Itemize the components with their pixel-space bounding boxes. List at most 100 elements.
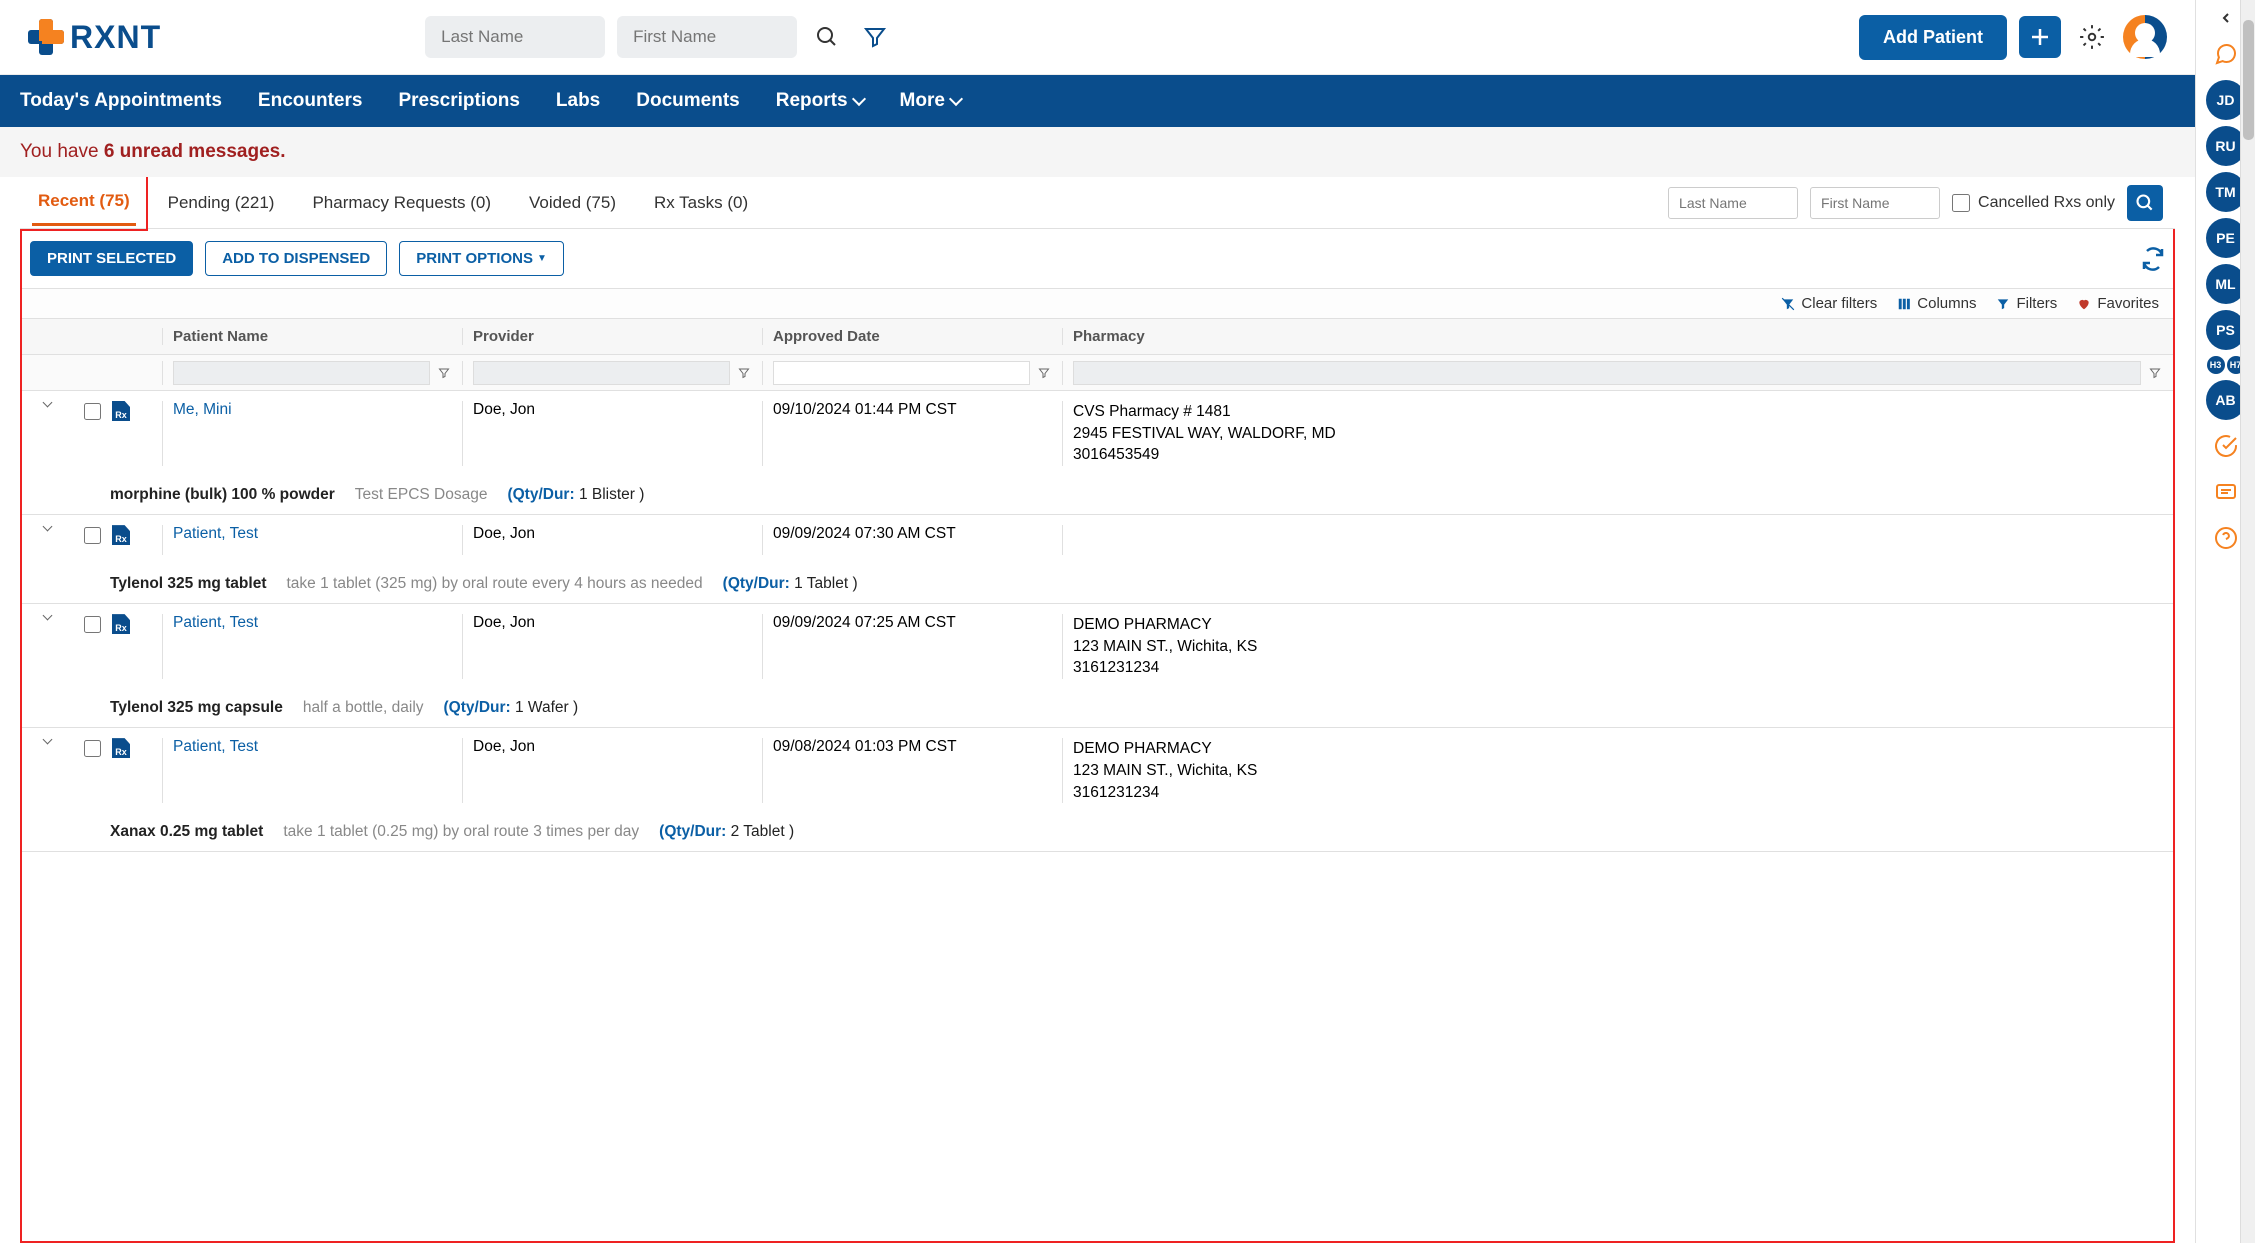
nav-labs[interactable]: Labs xyxy=(556,90,600,112)
patient-link[interactable]: Patient, Test xyxy=(173,614,258,631)
pharmacy-info xyxy=(1062,525,2173,555)
pharmacy-info: DEMO PHARMACY123 MAIN ST., Wichita, KS31… xyxy=(1062,738,2173,803)
med-qty: (Qty/Dur: 1 Wafer ) xyxy=(444,699,579,717)
med-name: Tylenol 325 mg tablet xyxy=(110,575,266,593)
table-row: RxPatient, TestDoe, Jon09/09/2024 07:30 … xyxy=(22,515,2173,565)
user-avatar[interactable] xyxy=(2123,15,2167,59)
print-options-button[interactable]: PRINT OPTIONS▼ xyxy=(399,241,564,276)
filter-pharmacy-input[interactable] xyxy=(1073,361,2141,385)
med-name: Tylenol 325 mg capsule xyxy=(110,699,283,717)
add-to-dispensed-button[interactable]: ADD TO DISPENSED xyxy=(205,241,387,276)
expand-icon[interactable] xyxy=(42,735,52,745)
medication-row: morphine (bulk) 100 % powder Test EPCS Do… xyxy=(22,476,2173,515)
provider-name: Doe, Jon xyxy=(462,401,762,466)
nav-documents[interactable]: Documents xyxy=(636,90,739,112)
filters-button[interactable]: Filters xyxy=(1996,295,2057,312)
medication-row: Tylenol 325 mg tablet take 1 tablet (325 … xyxy=(22,565,2173,604)
rx-icon: Rx xyxy=(112,738,130,758)
med-name: morphine (bulk) 100 % powder xyxy=(110,486,335,504)
table-row: RxMe, MiniDoe, Jon09/10/2024 01:44 PM CS… xyxy=(22,391,2173,476)
nav-reports[interactable]: Reports xyxy=(776,90,864,112)
chevron-down-icon xyxy=(851,92,865,106)
patient-link[interactable]: Patient, Test xyxy=(173,738,258,755)
med-sig: half a bottle, daily xyxy=(303,699,424,717)
clear-filters-button[interactable]: Clear filters xyxy=(1781,295,1877,312)
med-sig: take 1 tablet (325 mg) by oral route eve… xyxy=(286,575,702,593)
header-patient[interactable]: Patient Name xyxy=(162,328,462,345)
filter-funnel-icon[interactable] xyxy=(2145,367,2165,379)
nav-appointments[interactable]: Today's Appointments xyxy=(20,90,222,112)
row-checkbox[interactable] xyxy=(84,740,101,757)
logo[interactable]: RXNT xyxy=(28,19,161,56)
tab-last-name-input[interactable] xyxy=(1668,187,1798,219)
med-qty: (Qty/Dur: 2 Tablet ) xyxy=(659,823,794,841)
nav-prescriptions[interactable]: Prescriptions xyxy=(398,90,519,112)
rail-small-badge[interactable]: H3 xyxy=(2207,356,2225,374)
tab-recent[interactable]: Recent (75) xyxy=(32,179,136,226)
filter-funnel-icon[interactable] xyxy=(734,367,754,379)
tab-voided[interactable]: Voided (75) xyxy=(523,181,622,225)
filter-provider-input[interactable] xyxy=(473,361,730,385)
rx-tabs: Recent (75) Pending (221) Pharmacy Reque… xyxy=(20,177,2175,229)
columns-button[interactable]: Columns xyxy=(1897,295,1976,312)
header-last-name-input[interactable] xyxy=(425,16,605,58)
header-approved-date[interactable]: Approved Date xyxy=(762,328,1062,345)
expand-icon[interactable] xyxy=(42,522,52,532)
medication-row: Xanax 0.25 mg tablettake 1 tablet (0.25 … xyxy=(22,813,2173,852)
tab-rx-tasks[interactable]: Rx Tasks (0) xyxy=(648,181,754,225)
provider-name: Doe, Jon xyxy=(462,738,762,803)
table-row: Rx Patient, Test Doe, Jon09/09/2024 07:25 … xyxy=(22,604,2173,689)
med-sig: Test EPCS Dosage xyxy=(355,486,488,504)
header-search-icon[interactable] xyxy=(809,19,845,55)
header-first-name-input[interactable] xyxy=(617,16,797,58)
provider-name: Doe, Jon xyxy=(462,525,762,555)
unread-messages-banner[interactable]: You have 6 unread messages. xyxy=(0,127,2195,177)
filter-funnel-icon[interactable] xyxy=(1034,367,1054,379)
pharmacy-info: DEMO PHARMACY123 MAIN ST., Wichita, KS31… xyxy=(1062,614,2173,679)
add-button[interactable] xyxy=(2019,16,2061,58)
row-checkbox[interactable] xyxy=(84,403,101,420)
refresh-icon[interactable] xyxy=(2141,247,2165,271)
approved-date: 09/09/2024 07:25 AM CST xyxy=(762,614,1062,679)
header-provider[interactable]: Provider xyxy=(462,328,762,345)
row-checkbox[interactable] xyxy=(84,527,101,544)
expand-icon[interactable] xyxy=(42,611,52,621)
med-sig: take 1 tablet (0.25 mg) by oral route 3 … xyxy=(283,823,639,841)
main-nav: Today's Appointments Encounters Prescrip… xyxy=(0,75,2195,127)
tab-pending[interactable]: Pending (221) xyxy=(162,181,281,225)
logo-cross-icon xyxy=(28,19,64,55)
rail-collapse-icon[interactable] xyxy=(2216,8,2236,28)
medication-row: Tylenol 325 mg capsule half a bottle, dai… xyxy=(22,689,2173,728)
page-scrollbar[interactable] xyxy=(2240,0,2255,1243)
table-body[interactable]: RxMe, MiniDoe, Jon09/10/2024 01:44 PM CS… xyxy=(22,391,2173,1241)
add-patient-button[interactable]: Add Patient xyxy=(1859,15,2007,60)
row-checkbox[interactable] xyxy=(84,616,101,633)
tab-first-name-input[interactable] xyxy=(1810,187,1940,219)
rx-icon: Rx xyxy=(112,614,130,634)
logo-text: RXNT xyxy=(70,19,161,56)
top-header: RXNT Add Patient xyxy=(0,0,2195,75)
provider-name: Doe, Jon xyxy=(462,614,762,679)
tab-search-button[interactable] xyxy=(2127,185,2163,221)
settings-gear-icon[interactable] xyxy=(2073,18,2111,56)
expand-icon[interactable] xyxy=(42,398,52,408)
table-row: Rx Patient, Test Doe, Jon09/08/2024 01:03 … xyxy=(22,728,2173,813)
actions-row: PRINT SELECTED ADD TO DISPENSED PRINT OP… xyxy=(22,229,2173,288)
filter-date-input[interactable] xyxy=(773,361,1030,385)
approved-date: 09/09/2024 07:30 AM CST xyxy=(762,525,1062,555)
approved-date: 09/08/2024 01:03 PM CST xyxy=(762,738,1062,803)
filter-patient-input[interactable] xyxy=(173,361,430,385)
med-qty: (Qty/Dur: 1 Tablet ) xyxy=(723,575,858,593)
nav-more[interactable]: More xyxy=(900,90,961,112)
header-pharmacy[interactable]: Pharmacy xyxy=(1062,328,2173,345)
print-selected-button[interactable]: PRINT SELECTED xyxy=(30,241,193,276)
filter-funnel-icon[interactable] xyxy=(434,367,454,379)
rx-icon: Rx xyxy=(112,401,130,421)
header-filter-icon[interactable] xyxy=(857,19,893,55)
nav-encounters[interactable]: Encounters xyxy=(258,90,363,112)
cancelled-rxs-checkbox[interactable]: Cancelled Rxs only xyxy=(1952,194,2115,212)
patient-link[interactable]: Patient, Test xyxy=(173,525,258,542)
favorites-button[interactable]: Favorites xyxy=(2077,295,2159,312)
patient-link[interactable]: Me, Mini xyxy=(173,401,232,418)
tab-pharmacy-requests[interactable]: Pharmacy Requests (0) xyxy=(306,181,497,225)
